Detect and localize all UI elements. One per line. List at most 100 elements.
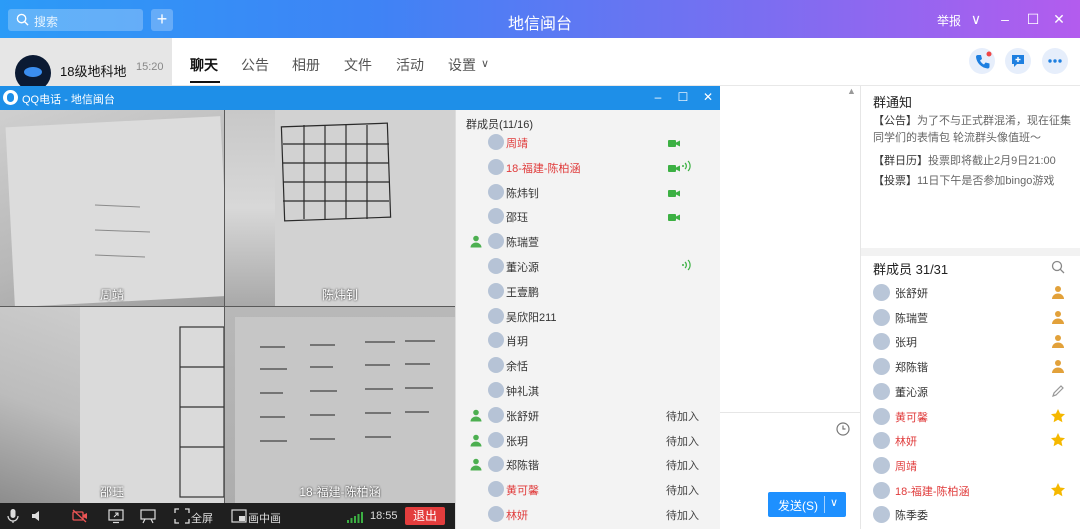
call-member-row[interactable]: 张玥 待加入 <box>456 428 721 453</box>
avatar <box>488 233 504 250</box>
chevron-down-icon[interactable]: ∨ <box>966 9 986 29</box>
maximize-button[interactable]: ☐ <box>1023 9 1043 29</box>
group-message-button[interactable] <box>1005 48 1031 74</box>
maximize-button[interactable]: ☐ <box>675 89 691 105</box>
member-row[interactable]: 林妍 <box>873 430 1073 452</box>
close-button[interactable]: ✕ <box>1049 9 1069 29</box>
speaker-icon[interactable] <box>30 508 46 524</box>
fullscreen-icon[interactable] <box>174 508 190 524</box>
member-name: 邵珏 <box>506 212 528 225</box>
call-member-row[interactable]: 陈瑞萱 <box>456 229 721 254</box>
tab-chat[interactable]: 聊天 <box>190 55 218 75</box>
member-row[interactable]: 陈瑞萱 <box>873 307 1073 329</box>
search-icon[interactable] <box>1051 260 1065 274</box>
pip-label[interactable]: 画中画 <box>248 510 281 526</box>
minimize-button[interactable]: – <box>995 9 1015 29</box>
tab-files[interactable]: 文件 <box>344 55 372 75</box>
notice-line[interactable]: 同学们的表情包 轮流群头像值班～ <box>873 129 1041 145</box>
member-name: 林妍 <box>895 436 917 449</box>
call-title-bar: QQ电话 - 地信闽台 – ☐ ✕ <box>0 86 720 110</box>
star-icon <box>1050 482 1066 498</box>
member-status: 待加入 <box>666 410 699 423</box>
notice-line[interactable]: 【公告】为了不与正式群混淆，现在征集 <box>873 112 1071 128</box>
member-row[interactable]: 周靖 <box>873 455 1073 477</box>
member-status: 待加入 <box>666 460 699 473</box>
edit-icon[interactable] <box>1050 383 1066 399</box>
notice-line[interactable]: 【投票】11日下午是否参加bingo游戏 <box>873 172 1054 188</box>
title-bar: 搜索 + 地信闽台 举报 ∨ – ☐ ✕ <box>0 0 1080 38</box>
call-member-row[interactable]: 陈炜钊 <box>456 180 721 205</box>
tab-settings[interactable]: 设置 <box>448 55 476 75</box>
video-tile[interactable]: 18-福建-陈柏涵 <box>225 307 455 503</box>
window-title: 地信闽台 <box>507 16 572 33</box>
tab-album[interactable]: 相册 <box>292 55 320 75</box>
fullscreen-label[interactable]: 全屏 <box>191 510 213 526</box>
message-plus-icon <box>1012 55 1024 67</box>
member-name: 钟礼淇 <box>506 386 539 398</box>
member-name: 陈炜钊 <box>506 187 539 200</box>
member-status: 待加入 <box>666 435 699 448</box>
call-member-row[interactable]: 周靖 <box>456 130 721 155</box>
member-name: 黄可馨 <box>506 485 539 498</box>
screen-share-icon[interactable] <box>108 508 124 524</box>
call-member-row[interactable]: 林妍 待加入 <box>456 502 721 527</box>
member-name: 郑陈锴 <box>895 362 928 375</box>
call-member-row[interactable]: 钟礼淇 <box>456 378 721 403</box>
camera-on-icon <box>668 187 680 197</box>
notice-title: 群通知 <box>873 95 913 110</box>
call-member-row[interactable]: 郑陈锴 待加入 <box>456 452 721 477</box>
camera-on-icon <box>668 211 680 222</box>
member-row[interactable]: 郑陈锴 <box>873 356 1073 378</box>
call-member-row[interactable]: 王壹鹏 <box>456 279 721 304</box>
history-clock-icon[interactable] <box>836 422 850 436</box>
member-name: 吴欣阳211 <box>506 311 557 324</box>
admin-icon <box>469 433 483 447</box>
phone-call-button[interactable] <box>969 48 995 74</box>
tab-activity[interactable]: 活动 <box>396 55 424 75</box>
member-row[interactable]: 张舒妍 <box>873 282 1073 304</box>
divider <box>861 248 1080 256</box>
members-title: 群成员 31/31 <box>873 262 949 277</box>
video-tile[interactable]: 陈炜钊 <box>225 110 455 306</box>
report-link[interactable]: 举报 <box>937 12 961 29</box>
call-member-row[interactable]: 余恬 <box>456 353 721 378</box>
call-member-row[interactable]: 肖玥 <box>456 328 721 353</box>
hangup-button[interactable]: 退出 <box>405 507 445 525</box>
tile-name: 陈炜钊 <box>321 288 358 302</box>
member-row[interactable]: 陈季委 <box>873 504 1073 526</box>
picture-in-picture-icon[interactable] <box>231 508 247 524</box>
more-button[interactable] <box>1042 48 1068 74</box>
conversation-item[interactable]: 18级地科地 15:20 <box>0 38 172 91</box>
whiteboard-icon[interactable] <box>140 508 156 524</box>
notice-line[interactable]: 【群日历】投票即将截止2月9日21:00 <box>873 152 1056 168</box>
video-tile[interactable]: 邵珏 <box>0 307 224 503</box>
group-tabs: 聊天 公告 相册 文件 活动 设置 ∨ <box>172 38 1080 86</box>
call-member-row[interactable]: 张舒妍 待加入 <box>456 403 721 428</box>
avatar <box>488 282 504 299</box>
phone-icon <box>976 51 992 69</box>
member-row[interactable]: 黄可馨 <box>873 406 1073 428</box>
chevron-down-icon[interactable]: ∨ <box>481 57 489 70</box>
call-member-row[interactable]: 董沁源 <box>456 254 721 279</box>
member-row[interactable]: 18-福建-陈柏涵 <box>873 480 1073 502</box>
tab-announcement[interactable]: 公告 <box>241 55 269 75</box>
camera-off-icon[interactable] <box>72 508 88 524</box>
microphone-icon[interactable] <box>5 508 21 524</box>
call-member-row[interactable]: 18-福建-陈柏涵 <box>456 155 721 180</box>
minimize-button[interactable]: – <box>650 89 666 105</box>
chevron-down-icon[interactable]: ∨ <box>830 496 838 509</box>
avatar <box>488 183 504 200</box>
qq-logo-icon <box>3 90 18 105</box>
member-row[interactable]: 张玥 <box>873 331 1073 353</box>
member-row[interactable]: 董沁源 <box>873 381 1073 403</box>
call-member-row[interactable]: 黄可馨 待加入 <box>456 477 721 502</box>
send-button[interactable]: 发送(S) ∨ <box>768 492 846 517</box>
call-member-row[interactable]: 邵珏 <box>456 204 721 229</box>
avatar <box>873 432 890 450</box>
input-divider <box>720 412 860 413</box>
admin-icon <box>1050 333 1066 349</box>
close-button[interactable]: ✕ <box>700 89 716 105</box>
video-tile[interactable]: 周靖 <box>0 110 224 306</box>
scroll-up-icon[interactable]: ▲ <box>847 86 859 96</box>
call-member-row[interactable]: 吴欣阳211 <box>456 304 721 329</box>
